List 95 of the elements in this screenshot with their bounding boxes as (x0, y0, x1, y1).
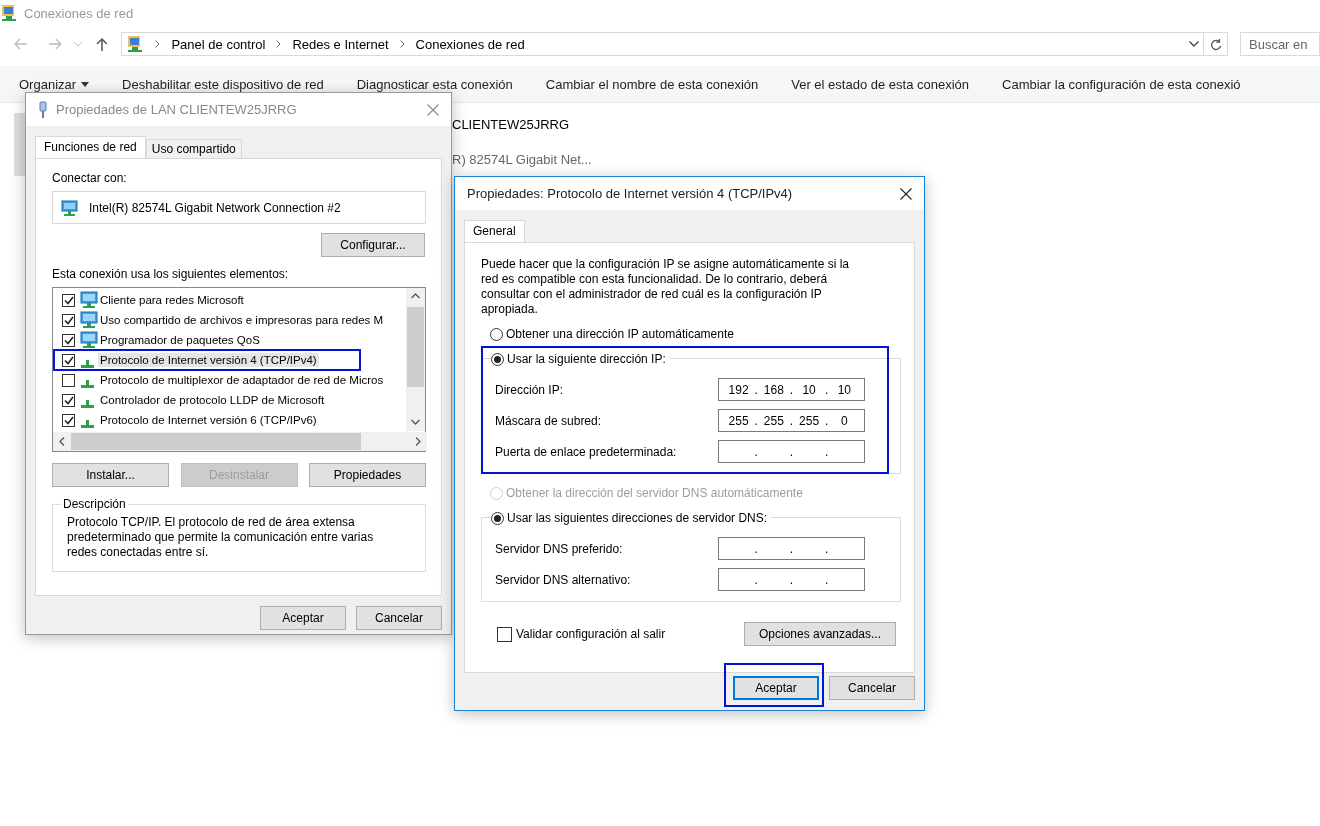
selected-item-background (14, 113, 26, 176)
network-adapter-icon (61, 199, 79, 216)
field-label: Dirección IP: (495, 382, 564, 397)
network-folder-icon (126, 35, 145, 53)
configure-button[interactable]: Configurar... (321, 233, 425, 257)
scroll-left-icon[interactable] (59, 437, 65, 446)
advanced-options-button[interactable]: Opciones avanzadas... (744, 622, 896, 646)
protocol-icon (81, 380, 94, 388)
tab[interactable]: Funciones de red (35, 136, 146, 158)
list-item-label: Protocolo de Internet versión 4 (TCP/IPv4) (98, 353, 319, 367)
breadcrumb-item[interactable]: Panel de control (171, 36, 266, 52)
network-monitor-icon (78, 331, 98, 349)
list-item[interactable]: Protocolo de multiplexor de adaptador de red de Micros (53, 370, 407, 390)
field-label: Servidor DNS alternativo: (495, 572, 631, 587)
dialog-button[interactable]: Propiedades (309, 463, 426, 487)
checkbox[interactable] (62, 293, 75, 307)
search-field[interactable]: Buscar en (1240, 32, 1320, 56)
dialog-title: Propiedades de LAN CLIENTEW25JRRG (56, 102, 298, 117)
dialog-button[interactable]: Instalar... (52, 463, 169, 487)
checkbox[interactable] (62, 393, 75, 407)
toolbar-button[interactable]: Diagnosticar esta conexión (356, 76, 513, 92)
connection-label: R) 82574L Gigabit Net... (452, 152, 592, 167)
tab[interactable]: Uso compartido (145, 139, 242, 158)
address-bar[interactable]: Panel de control Redes e Internet Conexiones de red (121, 32, 1205, 56)
radio-option[interactable]: Usar las siguientes direcciones de servidor DNS: (491, 511, 768, 525)
adapter-name: Intel(R) 82574L Gigabit Network Connection #2 (89, 200, 341, 215)
ip-address-field[interactable]: . . . (718, 440, 865, 463)
checkbox[interactable] (62, 373, 75, 387)
chevron-down-icon[interactable] (1189, 41, 1200, 47)
list-item-label: Programador de paquetes QoS (99, 333, 261, 347)
list-item-label: Protocolo de Internet versión 6 (TCP/IPv6) (99, 413, 318, 427)
vertical-scrollbar[interactable] (406, 288, 425, 431)
protocol-icon (81, 360, 94, 368)
chevron-right-icon (276, 40, 282, 48)
breadcrumb-item[interactable]: Redes e Internet (292, 36, 389, 52)
dialog-button[interactable]: Cancelar (829, 676, 915, 700)
toolbar-button[interactable]: Organizar (19, 76, 90, 92)
breadcrumb-item[interactable]: Conexiones de red (415, 36, 525, 52)
dialog-button[interactable]: Aceptar (260, 606, 346, 630)
field-label: Conectar con: (52, 171, 128, 185)
refresh-icon (1209, 37, 1222, 51)
description-text: Protocolo TCP/IP. El protocolo de red de área extensa predeterminado que permite la comunicación entre varias redes conectadas entre sí. (67, 515, 375, 560)
toolbar-button[interactable]: Cambiar la configuración de esta conexió (1002, 76, 1241, 92)
toolbar-button[interactable]: Ver el estado de esta conexión (791, 76, 970, 92)
list-item[interactable]: Uso compartido de archivos e impresoras para redes M (53, 310, 407, 330)
refresh-button[interactable] (1204, 32, 1228, 56)
scroll-right-icon[interactable] (415, 437, 421, 446)
dialog-button[interactable]: Aceptar (733, 676, 819, 700)
horizontal-scrollbar[interactable] (53, 432, 427, 451)
field-label: Máscara de subred: (495, 413, 602, 428)
window-title: Conexiones de red (24, 5, 134, 21)
checkbox[interactable] (62, 313, 75, 327)
list-item[interactable]: Protocolo de Internet versión 6 (TCP/IPv6) (53, 410, 407, 430)
toolbar-button[interactable]: Deshabilitar este dispositivo de red (122, 76, 324, 92)
list-item-label: Uso compartido de archivos e impresoras para redes M (99, 313, 385, 327)
ip-address-field[interactable]: . . . (718, 537, 865, 560)
network-folder-icon (0, 4, 18, 22)
list-item-label: Protocolo de multiplexor de adaptador de red de Micros (99, 373, 385, 387)
network-monitor-icon (78, 311, 98, 329)
up-arrow-icon[interactable] (95, 37, 108, 51)
caret-icon (81, 81, 90, 87)
list-item-label: Controlador de protocolo LLDP de Microsoft (99, 393, 326, 407)
list-item-label: Cliente para redes Microsoft (99, 293, 245, 307)
radio-option[interactable]: Obtener una dirección IP automáticamente (490, 327, 734, 341)
toolbar-button[interactable]: Cambiar el nombre de esta conexión (545, 76, 759, 92)
field-label: Esta conexión usa los siguientes elementos: (52, 267, 290, 281)
ip-address-field[interactable]: 255 . 255 . 255 . 0 (718, 409, 865, 432)
ip-address-field[interactable]: . . . (718, 568, 865, 591)
radio-option[interactable]: Usar la siguiente dirección IP: (491, 352, 666, 366)
checkbox[interactable]: Validar configuración al salir (497, 626, 666, 642)
checkbox[interactable] (62, 353, 75, 367)
protocol-icon (81, 420, 94, 428)
intro-text: Puede hacer que la configuración IP se asigne automáticamente si la red es compatible con esta funcionalidad. De lo contrario, deberá consultar con el administrador de red cuál es la configuración IP apropiada. (481, 257, 850, 317)
protocol-icon (81, 400, 94, 408)
list-item[interactable]: Programador de paquetes QoS (53, 330, 407, 350)
checkbox[interactable] (62, 333, 75, 347)
list-item[interactable]: Controlador de protocolo LLDP de Microsoft (53, 390, 407, 410)
connection-label: CLIENTEW25JRRG (452, 117, 571, 132)
close-icon[interactable] (900, 187, 912, 200)
tab[interactable]: General (464, 220, 525, 242)
cable-icon (38, 100, 48, 119)
network-monitor-icon (78, 291, 98, 309)
group-label: Descripción (62, 497, 127, 511)
dialog-title: Propiedades: Protocolo de Internet versión 4 (TCP/IPv4) (467, 186, 794, 201)
field-label: Servidor DNS preferido: (495, 541, 623, 556)
list-item[interactable]: Protocolo de Internet versión 4 (TCP/IPv4) (53, 350, 407, 370)
scroll-up-icon[interactable] (411, 293, 420, 299)
chevron-right-icon (155, 40, 161, 48)
scroll-down-icon[interactable] (411, 419, 420, 425)
dialog-button[interactable]: Cancelar (356, 606, 442, 630)
checkbox[interactable] (62, 413, 75, 427)
ip-address-field[interactable]: 192 . 168 . 10 . 10 (718, 378, 865, 401)
field-label: Puerta de enlace predeterminada: (495, 444, 677, 459)
list-item[interactable]: Cliente para redes Microsoft (53, 290, 407, 310)
chevron-right-icon (399, 40, 405, 48)
